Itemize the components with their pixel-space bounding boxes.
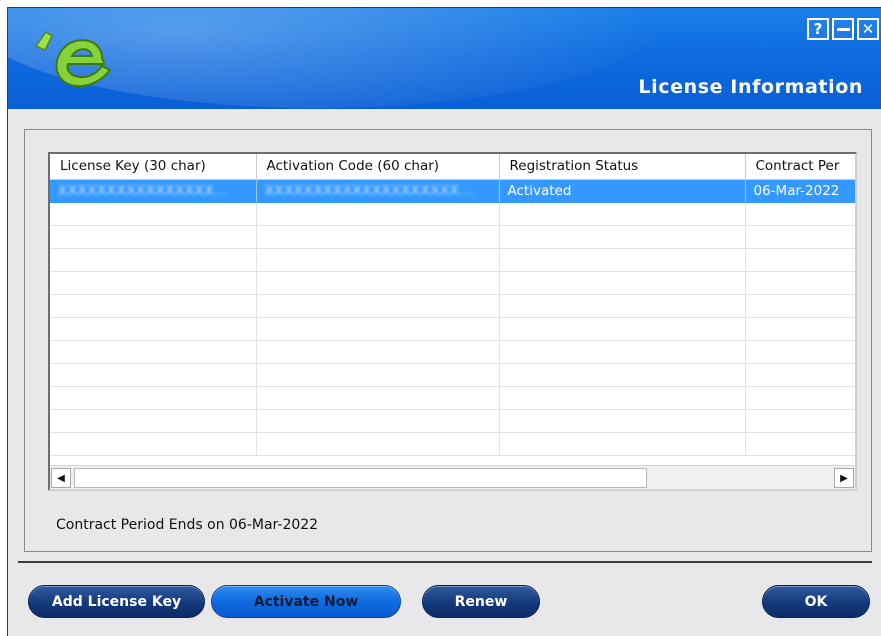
column-header-activation-code[interactable]: Activation Code (60 char) <box>256 154 500 180</box>
horizontal-scrollbar[interactable]: ◀ ▶ <box>50 465 855 489</box>
renew-button[interactable]: Renew <box>422 585 540 618</box>
empty-table-row <box>50 248 855 272</box>
window-controls: ? ✕ <box>807 18 879 40</box>
empty-table-row <box>50 340 855 364</box>
window-title: License Information <box>638 76 863 98</box>
empty-table-row <box>50 271 855 295</box>
empty-table-row <box>50 432 855 456</box>
title-bar: ? ✕ License Information <box>8 8 881 109</box>
empty-table-row <box>50 317 855 341</box>
license-key-value: XXXXXXXXXXXXXXXX... <box>58 182 229 199</box>
empty-table-row <box>50 202 855 226</box>
app-logo-icon <box>34 30 112 88</box>
empty-table-row <box>50 294 855 318</box>
column-header-registration-status[interactable]: Registration Status <box>499 154 746 180</box>
scroll-left-button[interactable]: ◀ <box>51 468 71 488</box>
cell-contract-period: 06-Mar-2022 <box>745 179 855 203</box>
minimize-icon <box>836 27 850 31</box>
cell-registration-status: Activated <box>499 179 746 203</box>
scrollbar-thumb[interactable] <box>74 468 647 488</box>
license-dialog: ? ✕ License Information License Key (30 … <box>7 7 881 636</box>
column-header-contract-period[interactable]: Contract Per <box>745 154 855 180</box>
divider <box>18 561 872 563</box>
add-license-key-button[interactable]: Add License Key <box>28 585 205 618</box>
contract-period-label: Contract Period Ends on 06-Mar-2022 <box>56 517 319 533</box>
help-button[interactable]: ? <box>807 18 829 40</box>
arrow-left-icon: ◀ <box>57 472 65 484</box>
cell-activation-code: XXXXXXXXXXXXXXXXXXXX... <box>256 179 500 203</box>
empty-table-row <box>50 409 855 433</box>
empty-table-row <box>50 225 855 249</box>
column-header-license-key[interactable]: License Key (30 char) <box>50 154 257 180</box>
scroll-right-button[interactable]: ▶ <box>834 468 854 488</box>
activation-code-value: XXXXXXXXXXXXXXXXXXXX... <box>264 182 474 199</box>
ok-button[interactable]: OK <box>762 585 870 618</box>
close-button[interactable]: ✕ <box>857 18 879 40</box>
empty-table-row <box>50 363 855 387</box>
table-row[interactable]: XXXXXXXXXXXXXXXX... XXXXXXXXXXXXXXXXXXXX… <box>50 179 855 203</box>
table-header-row: License Key (30 char) Activation Code (6… <box>50 154 855 180</box>
cell-license-key: XXXXXXXXXXXXXXXX... <box>50 179 257 203</box>
activate-now-button[interactable]: Activate Now <box>211 585 401 618</box>
empty-table-row <box>50 386 855 410</box>
license-table: License Key (30 char) Activation Code (6… <box>48 152 857 491</box>
minimize-button[interactable] <box>832 18 854 40</box>
license-panel: License Key (30 char) Activation Code (6… <box>24 129 872 552</box>
arrow-right-icon: ▶ <box>840 472 848 484</box>
